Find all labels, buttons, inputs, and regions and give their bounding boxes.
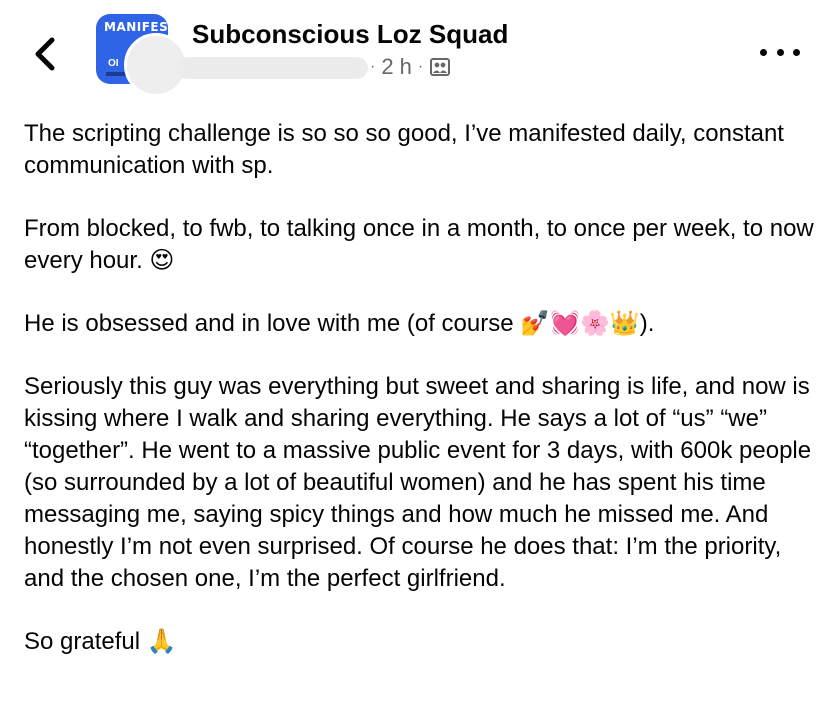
group-name-link[interactable]: Subconscious Loz Squad: [192, 19, 508, 50]
post-time[interactable]: 2 h: [381, 54, 412, 80]
group-avatar-mark: OI: [108, 58, 119, 69]
chevron-left-icon: [35, 37, 55, 71]
more-horizontal-icon: [776, 48, 784, 56]
post-header: MANIFEST OI Subconscious Loz Squad · 2 h…: [0, 0, 828, 110]
meta-separator: ·: [417, 58, 424, 75]
post-paragraph: The scripting challenge is so so so good…: [24, 120, 784, 179]
post-paragraph: Seriously this guy was everything but sw…: [24, 373, 812, 592]
post-body: The scripting challenge is so so so good…: [24, 118, 814, 689]
back-button[interactable]: [28, 34, 64, 74]
post-paragraph: He is obsessed and in love with me (of c…: [24, 310, 655, 337]
group-audience-icon: [430, 58, 451, 76]
post-paragraph: So grateful 🙏: [24, 628, 177, 655]
meta-separator: ·: [370, 58, 376, 75]
more-horizontal-icon: [793, 48, 800, 56]
post-meta: · 2 h ·: [370, 54, 451, 80]
more-options-button[interactable]: [760, 40, 800, 64]
post-paragraph: From blocked, to fwb, to talking once in…: [24, 215, 814, 274]
author-name-redacted[interactable]: [176, 57, 368, 79]
more-horizontal-icon: [760, 48, 767, 56]
group-avatar-logo: MANIFEST: [104, 20, 168, 34]
